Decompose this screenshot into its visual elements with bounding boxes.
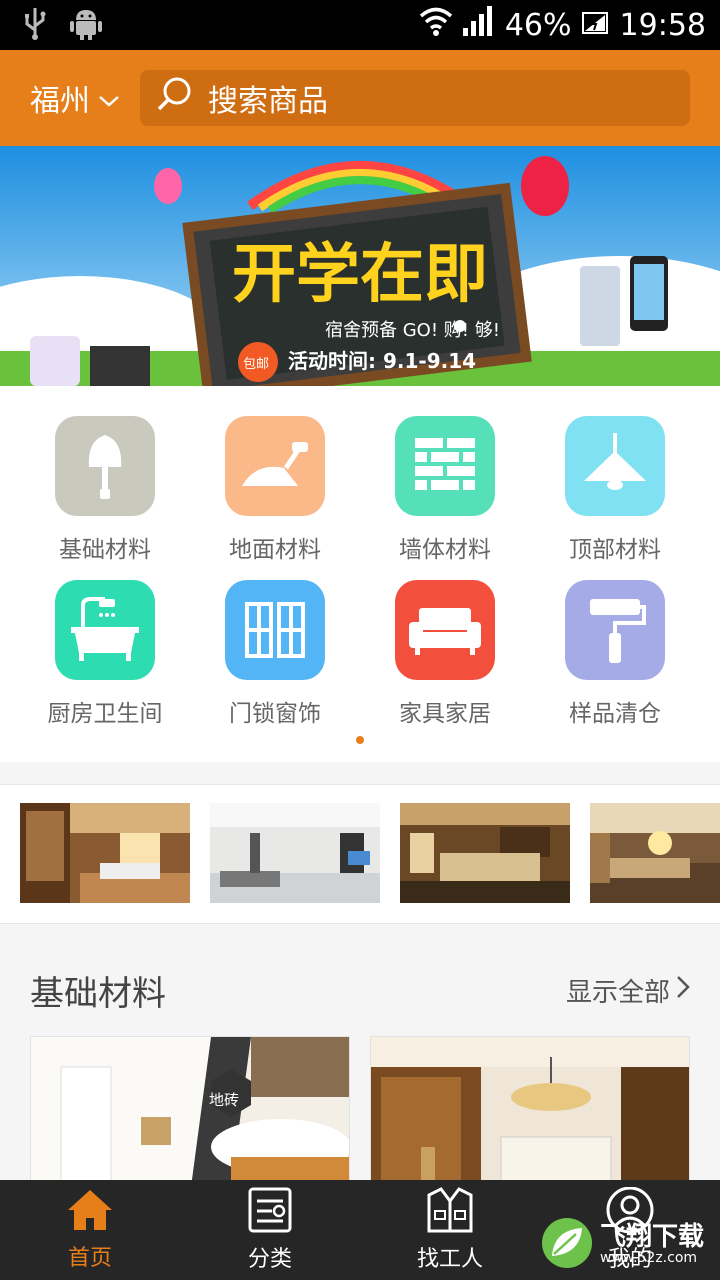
category-grid: 基础材料 地面材料 墙体材料 顶部材料 厨房卫生间 门锁窗饰 家具家居 样品清仓 <box>0 386 720 762</box>
category-label: 家具家居 <box>399 701 491 727</box>
section-title: 基础材料 <box>30 973 166 1014</box>
android-icon <box>70 6 102 44</box>
trowel-icon <box>55 416 155 516</box>
nav-label: 首页 <box>67 1246 112 1271</box>
brick-wall-icon <box>395 416 495 516</box>
room-photo[interactable] <box>400 803 570 903</box>
category-item-5[interactable]: 门锁窗饰 <box>190 580 360 728</box>
nav-item-category[interactable]: 分类 <box>180 1180 360 1280</box>
product-card[interactable] <box>370 1036 690 1186</box>
watermark-text: 飞翔下载 <box>600 1222 705 1252</box>
battery-icon <box>581 8 610 43</box>
category-item-4[interactable]: 厨房卫生间 <box>20 580 190 728</box>
status-bar: 46% 19:58 <box>0 0 720 50</box>
city-label: 福州 <box>30 84 90 119</box>
search-icon <box>156 76 194 120</box>
top-header: 福州 搜索商品 <box>0 50 720 146</box>
category-label: 顶部材料 <box>569 537 661 563</box>
nav-item-find-worker[interactable]: 找工人 <box>360 1180 540 1280</box>
category-label: 样品清仓 <box>569 701 661 727</box>
leaf-logo-icon <box>540 1216 594 1274</box>
window-icon <box>225 580 325 680</box>
signal-icon <box>462 6 495 44</box>
category-item-7[interactable]: 样品清仓 <box>530 580 700 728</box>
paint-roller-icon <box>565 580 665 680</box>
category-item-3[interactable]: 顶部材料 <box>530 416 700 564</box>
search-placeholder: 搜索商品 <box>208 84 328 119</box>
banner-date: 活动时间: 9.1-9.14 <box>288 349 476 373</box>
category-item-1[interactable]: 地面材料 <box>190 416 360 564</box>
nav-label: 找工人 <box>416 1247 483 1272</box>
banner-headline: 开学在即 <box>232 238 488 312</box>
wifi-icon <box>419 6 453 44</box>
bathtub-icon <box>55 580 155 680</box>
section-header: 基础材料 显示全部 <box>30 960 690 1020</box>
room-photo[interactable] <box>20 803 190 903</box>
worker-vest-icon <box>427 1187 473 1237</box>
room-photo-strip <box>0 784 720 924</box>
sofa-icon <box>395 580 495 680</box>
show-all-link[interactable]: 显示全部 <box>566 972 690 1009</box>
home-icon <box>66 1188 114 1236</box>
nav-label: 分类 <box>247 1247 292 1272</box>
room-photo[interactable] <box>210 803 380 903</box>
search-bar[interactable]: 搜索商品 <box>140 70 690 126</box>
category-label: 基础材料 <box>59 537 151 563</box>
battery-percent: 46% <box>504 7 572 43</box>
banner-subline: 宿舍预备 GO! 购! 够! <box>325 320 500 341</box>
category-item-0[interactable]: 基础材料 <box>20 416 190 564</box>
category-label: 门锁窗饰 <box>229 701 321 727</box>
download-site-watermark: 飞翔下载 www.52z.com <box>540 1215 712 1275</box>
product-badge: 地砖 <box>209 1091 240 1109</box>
show-all-label: 显示全部 <box>565 977 670 1008</box>
product-card[interactable]: 地砖 <box>30 1036 350 1186</box>
chevron-down-icon <box>98 81 120 116</box>
category-label: 厨房卫生间 <box>47 701 163 727</box>
category-item-6[interactable]: 家具家居 <box>360 580 530 728</box>
nav-item-home[interactable]: 首页 <box>0 1180 180 1280</box>
page-indicator-dot <box>356 736 364 744</box>
clock: 19:58 <box>619 7 706 43</box>
category-label: 地面材料 <box>229 537 321 563</box>
category-list-icon <box>248 1187 292 1237</box>
category-label: 墙体材料 <box>399 537 491 563</box>
app-root: 46% 19:58 福州 搜索商品 开学在即 宿舍预备 GO! 购! 够! 包邮… <box>0 0 720 1280</box>
ceiling-lamp-icon <box>565 416 665 516</box>
promo-banner[interactable]: 开学在即 宿舍预备 GO! 购! 够! 包邮 活动时间: 9.1-9.14 <box>0 146 720 386</box>
category-item-2[interactable]: 墙体材料 <box>360 416 530 564</box>
chevron-right-icon <box>676 975 690 1006</box>
city-selector[interactable]: 福州 <box>30 76 140 120</box>
banner-tag: 包邮 <box>243 357 269 372</box>
usb-icon <box>22 6 48 44</box>
banner-illustration: 开学在即 宿舍预备 GO! 购! 够! 包邮 活动时间: 9.1-9.14 <box>0 146 720 386</box>
watermark-url: www.52z.com <box>600 1250 698 1266</box>
room-photo[interactable] <box>590 803 720 903</box>
plaster-trowel-icon <box>225 416 325 516</box>
